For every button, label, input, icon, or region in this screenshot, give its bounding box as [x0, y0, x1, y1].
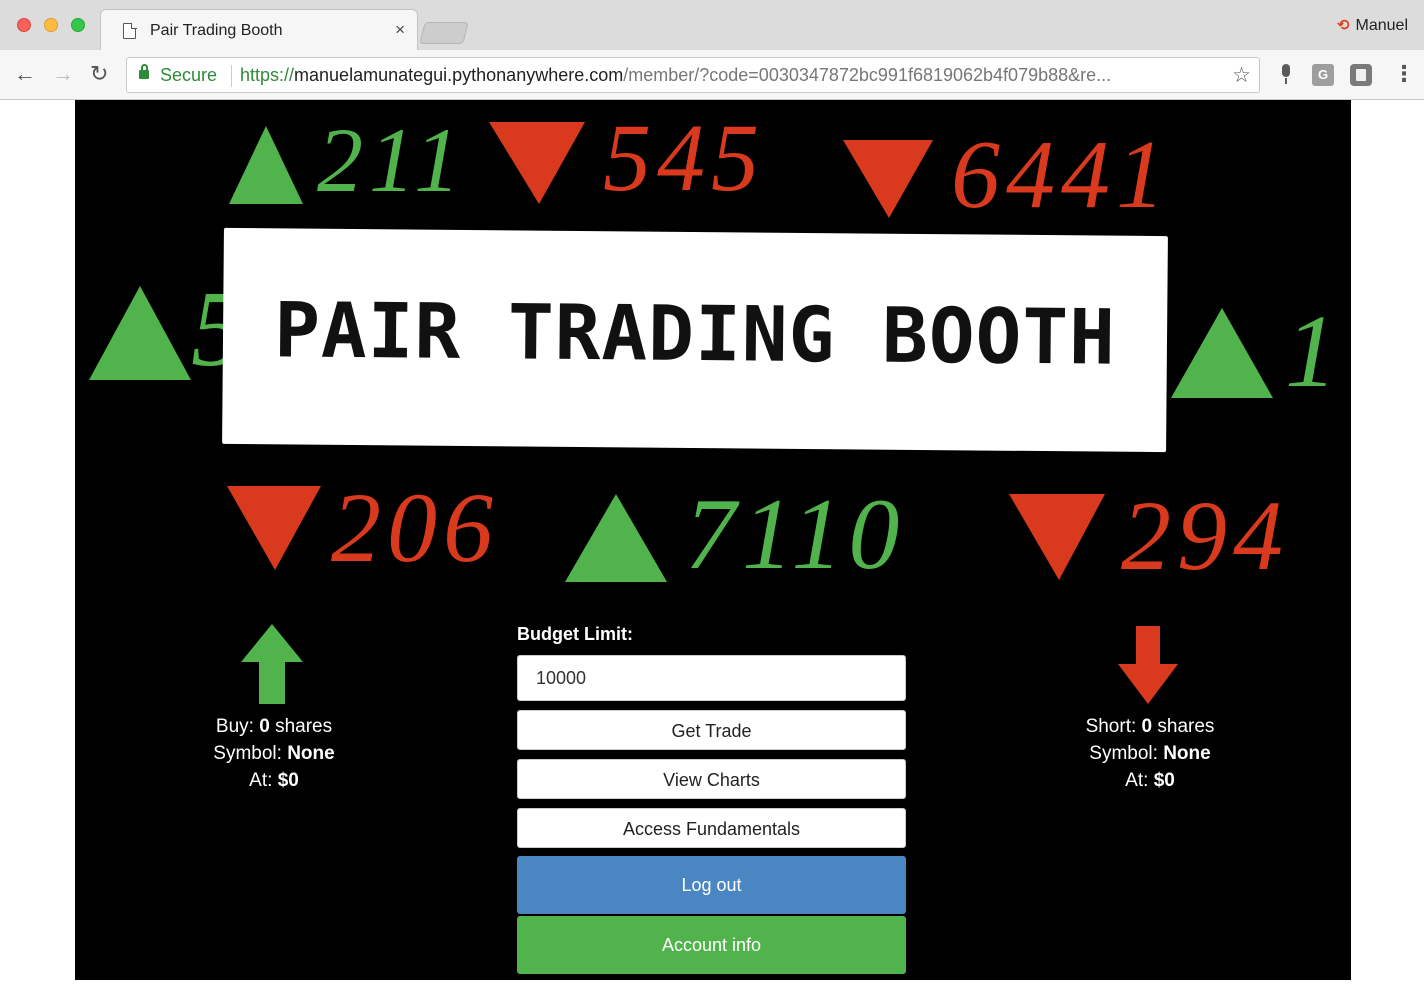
microphone-icon[interactable] — [1276, 64, 1298, 86]
title-sign: PAIR TRADING BOOTH — [222, 227, 1168, 453]
log-out-button[interactable]: Log out — [517, 856, 906, 914]
forward-arrow-icon[interactable]: → — [52, 61, 74, 87]
get-trade-button[interactable]: Get Trade — [517, 710, 906, 750]
profile-name: Manuel — [1355, 17, 1408, 34]
page-content: 211 545 6441 5 PAIR TRADING BOOTH 1 206 … — [75, 100, 1351, 980]
ticker-number: 294 — [1121, 480, 1289, 591]
buy-label: Buy: — [215, 716, 254, 737]
up-triangle-icon — [1171, 308, 1273, 398]
profile-button[interactable]: ⟲ Manuel — [1337, 16, 1408, 35]
short-symbol-line: Symbol: None — [1040, 740, 1260, 767]
ticker-number: 7110 — [685, 478, 906, 591]
zoom-window-button[interactable] — [71, 18, 85, 32]
ticker-number: 6441 — [951, 121, 1171, 229]
url-scheme: https:// — [240, 65, 295, 85]
tab-title: Pair Trading Booth — [150, 22, 283, 39]
address-bar[interactable]: Secure https://manuelamunategui.pythonan… — [126, 57, 1260, 93]
sync-error-icon: ⟲ — [1336, 17, 1350, 34]
bookmark-star-icon[interactable]: ☆ — [1232, 63, 1251, 88]
browser-tab[interactable]: Pair Trading Booth × — [100, 9, 418, 50]
short-at-line: At: $0 — [1040, 767, 1260, 794]
url-host: manuelamunategui.pythonanywhere.com — [294, 65, 624, 85]
short-label: Short: — [1085, 716, 1137, 737]
back-arrow-icon[interactable]: ← — [14, 61, 36, 87]
browser-toolbar: ← → ↻ Secure https://manuelamunategui.py… — [0, 50, 1424, 100]
page-icon — [123, 23, 136, 39]
ticker-number: 1 — [1285, 294, 1343, 409]
up-triangle-icon — [229, 126, 303, 204]
short-symbol-label: Symbol: — [1089, 743, 1158, 764]
short-down-arrow-icon — [1118, 626, 1178, 704]
access-fundamentals-button[interactable]: Access Fundamentals — [517, 808, 906, 848]
tab-close-icon[interactable]: × — [395, 20, 405, 40]
down-triangle-icon — [489, 122, 585, 204]
url-path: /member/?code=0030347872bc991f6819062b4f… — [623, 65, 1112, 85]
ticker-number: 211 — [317, 109, 467, 211]
down-triangle-icon — [843, 140, 933, 218]
up-triangle-icon — [565, 494, 667, 582]
buy-up-arrow-icon — [241, 624, 303, 704]
short-position: Short: 0 shares Symbol: None At: $0 — [1040, 713, 1260, 794]
lock-icon — [139, 64, 149, 79]
ticker-number: 545 — [603, 104, 765, 211]
buy-position: Buy: 0 shares Symbol: None At: $0 — [164, 713, 384, 794]
buy-shares-line: Buy: 0 shares — [164, 713, 384, 740]
extension-g-icon[interactable]: G — [1312, 64, 1334, 86]
extension-icon[interactable] — [1350, 64, 1372, 86]
short-at-value: $0 — [1153, 770, 1175, 791]
down-triangle-icon — [1009, 494, 1105, 580]
short-shares-line: Short: 0 shares — [1040, 713, 1260, 740]
account-info-button[interactable]: Account info — [517, 916, 906, 974]
page-title: PAIR TRADING BOOTH — [273, 285, 1117, 382]
buy-symbol-line: Symbol: None — [164, 740, 384, 767]
address-divider — [231, 65, 232, 87]
short-shares-suffix: shares — [1157, 716, 1215, 737]
short-at-label: At: — [1125, 770, 1149, 791]
menu-kebab-icon[interactable]: ⋮ — [1393, 62, 1415, 86]
budget-limit-label: Budget Limit: — [517, 624, 633, 644]
reload-icon[interactable]: ↻ — [90, 61, 108, 87]
buy-at-line: At: $0 — [164, 767, 384, 794]
browser-tab-bar: Pair Trading Booth × ⟲ Manuel — [0, 0, 1424, 50]
ticker-number: 206 — [331, 472, 499, 583]
url-text[interactable]: https://manuelamunategui.pythonanywhere.… — [240, 65, 1215, 86]
buy-symbol-label: Symbol: — [213, 743, 282, 764]
new-tab-button[interactable] — [419, 22, 469, 44]
buy-at-value: $0 — [277, 770, 299, 791]
view-charts-button[interactable]: View Charts — [517, 759, 906, 799]
buy-shares-value: 0 — [259, 716, 270, 737]
buy-shares-suffix: shares — [275, 716, 333, 737]
close-window-button[interactable] — [17, 18, 31, 32]
budget-limit-input[interactable] — [517, 655, 906, 701]
up-triangle-icon — [89, 286, 191, 380]
buy-at-label: At: — [249, 770, 273, 791]
secure-label: Secure — [160, 65, 218, 85]
short-shares-value: 0 — [1141, 716, 1153, 737]
buy-symbol-value: None — [287, 743, 335, 764]
short-symbol-value: None — [1163, 743, 1211, 764]
minimize-window-button[interactable] — [44, 18, 58, 32]
down-triangle-icon — [227, 486, 321, 570]
banner-image: 211 545 6441 5 PAIR TRADING BOOTH 1 206 … — [75, 100, 1351, 610]
trade-controls: Budget Limit: Get Trade View Charts Acce… — [517, 621, 906, 974]
